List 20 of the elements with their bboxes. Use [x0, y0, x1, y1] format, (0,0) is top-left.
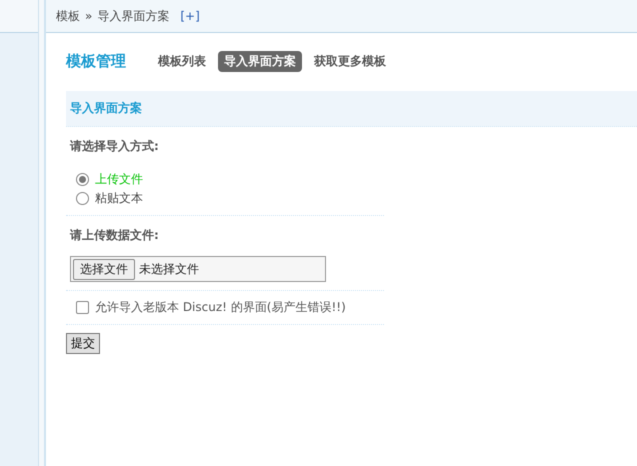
file-input[interactable]: 选择文件 未选择文件	[70, 256, 326, 282]
nav-tab[interactable]: 模板列表	[152, 50, 212, 72]
choose-file-button[interactable]: 选择文件	[73, 258, 135, 280]
submit-button[interactable]: 提交	[66, 333, 100, 354]
field-label: 请上传数据文件:	[70, 227, 160, 244]
radio-button[interactable]	[76, 192, 89, 205]
nav-tab[interactable]: 导入界面方案	[218, 50, 302, 72]
checkbox[interactable]	[76, 301, 89, 314]
breadcrumb-separator: »	[85, 9, 92, 23]
page-title: 模板管理	[66, 52, 126, 70]
checkbox-label[interactable]: 允许导入老版本 Discuz! 的界面(易产生错误!!)	[95, 299, 346, 316]
nav-tab[interactable]: 获取更多模板	[308, 50, 392, 72]
file-status: 未选择文件	[139, 260, 199, 278]
radio-button[interactable]	[76, 173, 89, 186]
add-link[interactable]: [+]	[180, 9, 200, 23]
section-title: 导入界面方案	[70, 100, 142, 117]
field-label: 请选择导入方式:	[70, 138, 160, 155]
breadcrumb-item: 模板	[56, 8, 80, 24]
breadcrumb-item: 导入界面方案	[97, 8, 170, 24]
radio-option[interactable]: 粘贴文本	[76, 190, 143, 207]
